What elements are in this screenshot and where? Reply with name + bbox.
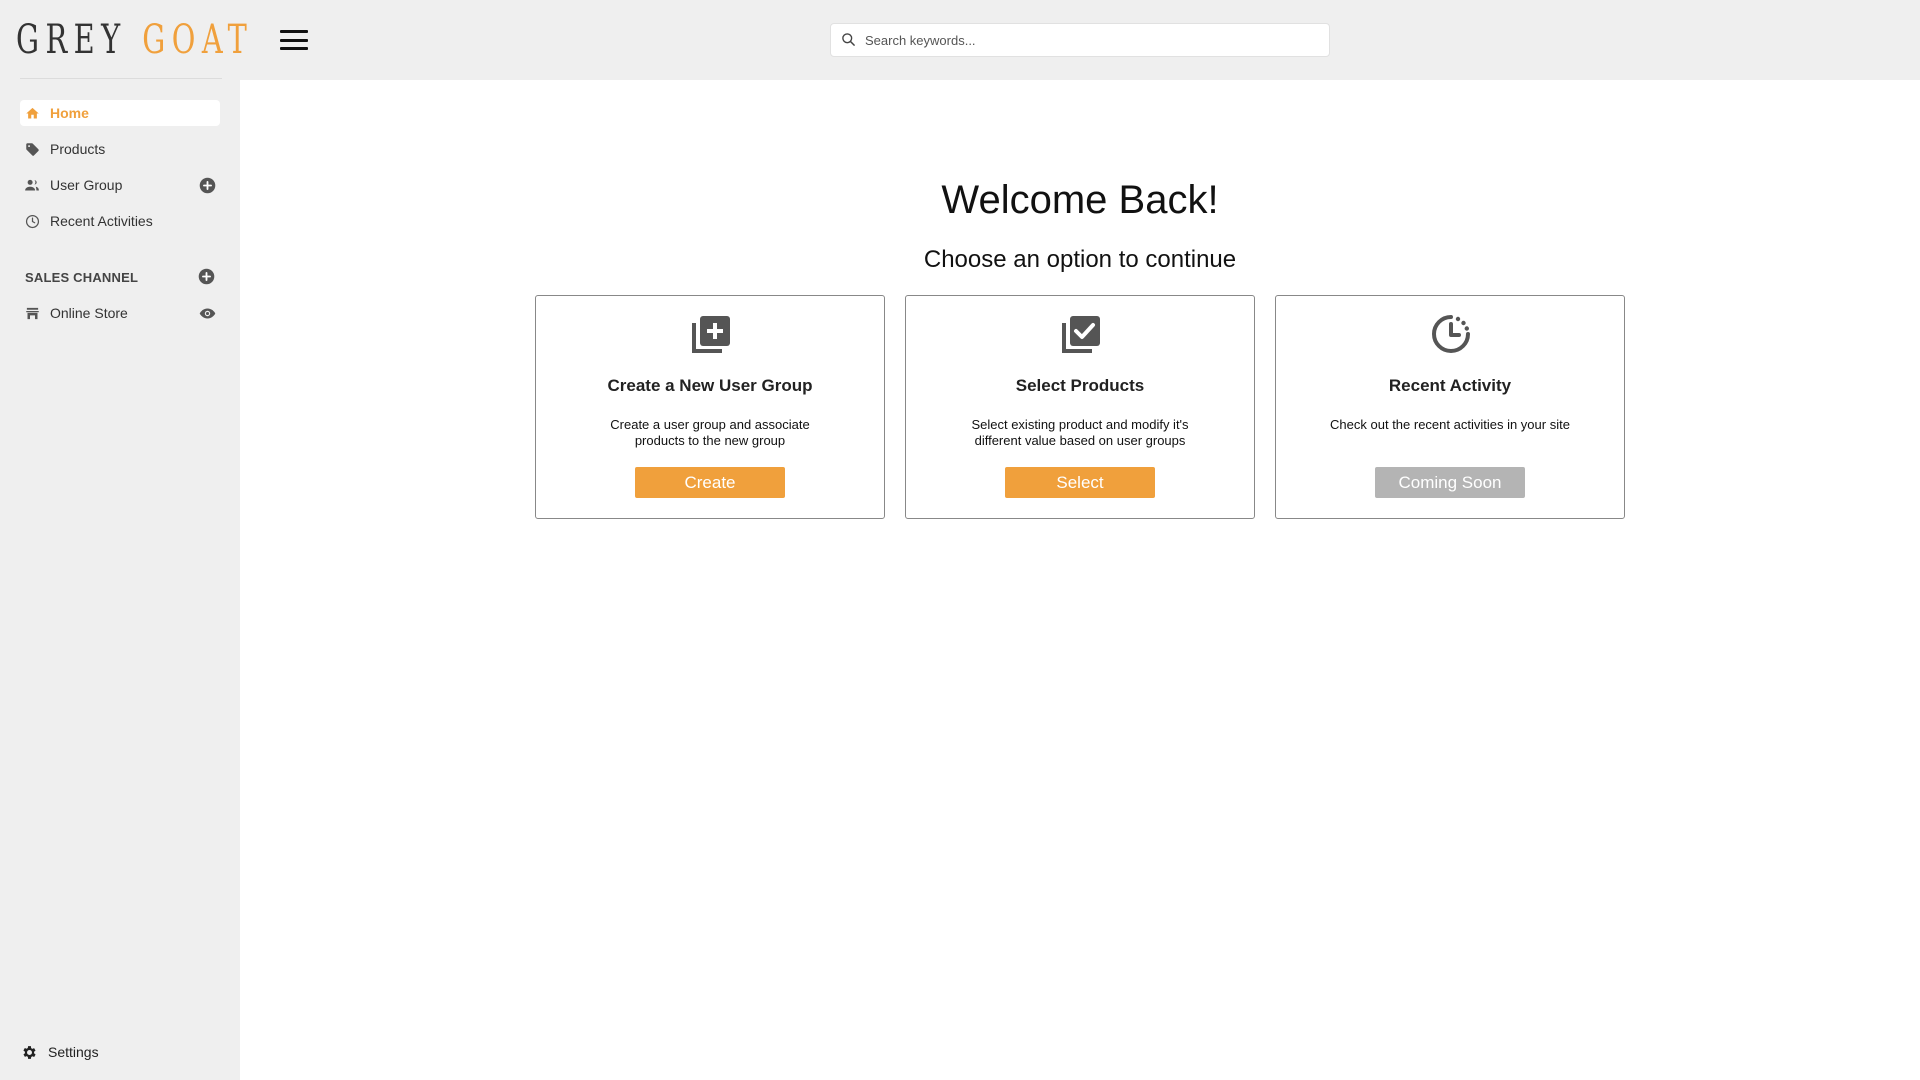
- sidebar-item-label: Online Store: [50, 305, 128, 321]
- coming-soon-button[interactable]: Coming Soon: [1375, 467, 1525, 498]
- hamburger-icon-line: [280, 38, 308, 42]
- create-button[interactable]: Create: [635, 467, 785, 498]
- card-recent-activity: Recent Activity Check out the recent act…: [1275, 295, 1625, 519]
- card-description: Create a user group and associate produc…: [610, 417, 810, 448]
- search-bar[interactable]: [830, 23, 1330, 57]
- library-check-icon: [1061, 314, 1101, 354]
- view-online-store-button[interactable]: [198, 304, 216, 322]
- add-sales-channel-button[interactable]: [198, 268, 216, 286]
- page-subtitle: Choose an option to continue: [923, 246, 1237, 273]
- add-circle-icon: [199, 177, 215, 193]
- add-user-group-button[interactable]: [198, 176, 216, 194]
- hamburger-icon-line: [280, 30, 308, 33]
- sidebar-item-recent-activities[interactable]: Recent Activities: [20, 208, 220, 234]
- hamburger-icon-line: [280, 47, 308, 50]
- sidebar-divider: [20, 78, 222, 79]
- store-icon: [24, 305, 40, 321]
- brand-logo[interactable]: GREY GOAT: [16, 16, 247, 64]
- home-icon: [24, 105, 40, 121]
- sidebar-item-online-store[interactable]: Online Store: [20, 300, 220, 326]
- gear-icon: [20, 1043, 38, 1061]
- card-title: Recent Activity: [1388, 376, 1512, 395]
- sidebar-item-products[interactable]: Products: [20, 136, 220, 162]
- sidebar-item-home[interactable]: Home: [20, 100, 220, 126]
- card-title: Select Products: [1015, 376, 1145, 395]
- eye-icon: [199, 308, 215, 318]
- clock-dashed-icon: [1431, 314, 1471, 354]
- card-description: Select existing product and modify it's …: [971, 417, 1189, 448]
- sidebar-item-settings[interactable]: Settings: [20, 1040, 99, 1064]
- user-group-icon: [24, 177, 40, 193]
- brand-name-part2: GOAT: [142, 17, 254, 63]
- tag-icon: [24, 141, 40, 157]
- sidebar: GREY GOAT Home Products User Group Recen…: [0, 0, 247, 1080]
- card-description: Check out the recent activities in your …: [1330, 417, 1570, 432]
- select-button[interactable]: Select: [1005, 467, 1155, 498]
- search-input[interactable]: [865, 25, 1329, 55]
- add-circle-icon: [198, 268, 215, 285]
- page-title: Welcome Back!: [941, 178, 1219, 222]
- brand-name-part1: GREY: [16, 17, 127, 63]
- card-select-products: Select Products Select existing product …: [905, 295, 1255, 519]
- section-title: SALES CHANNEL: [25, 269, 139, 285]
- sidebar-item-label: Home: [50, 105, 89, 121]
- hamburger-menu-button[interactable]: [280, 28, 308, 52]
- sidebar-item-label: User Group: [50, 177, 123, 193]
- card-title: Create a New User Group: [607, 376, 813, 395]
- settings-label: Settings: [48, 1044, 99, 1060]
- main-content: Welcome Back! Choose an option to contin…: [240, 80, 1920, 1080]
- search-icon: [841, 32, 857, 48]
- library-add-icon: [691, 314, 731, 354]
- sidebar-item-label: Products: [50, 141, 106, 157]
- sidebar-item-label: Recent Activities: [50, 213, 153, 229]
- card-create-user-group: Create a New User Group Create a user gr…: [535, 295, 885, 519]
- sales-channel-heading: SALES CHANNEL: [25, 264, 220, 290]
- clock-icon: [24, 213, 40, 229]
- sidebar-item-user-group[interactable]: User Group: [20, 172, 220, 198]
